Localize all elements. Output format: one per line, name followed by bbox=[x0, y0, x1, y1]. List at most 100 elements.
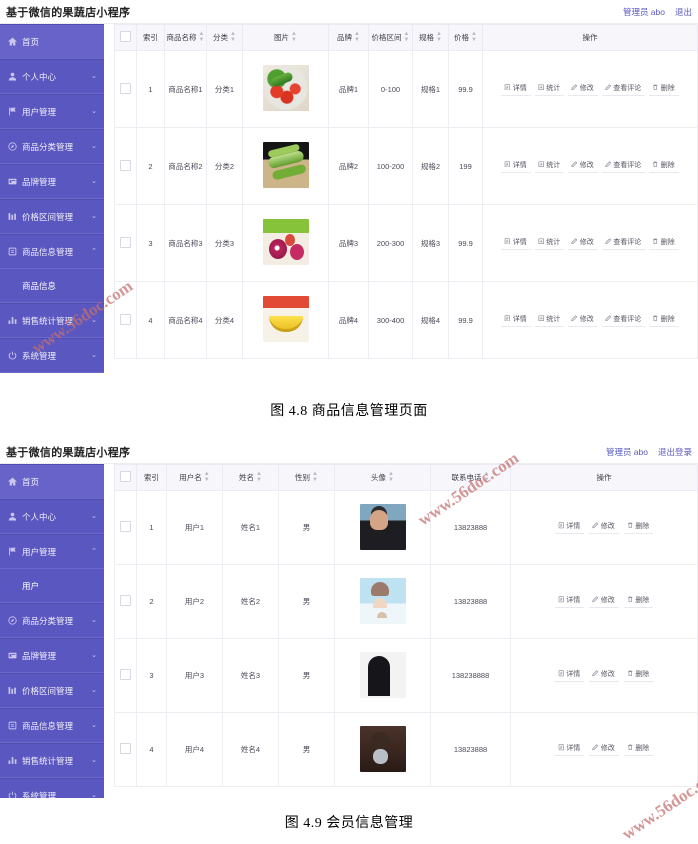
action-item-%E5%88%A0%E9%99%A4[interactable]: 删除 bbox=[623, 669, 654, 683]
action-item-%E6%9F%A5%E7%9C%8B%E8%AF%84%E8%AE%BA[interactable]: 查看评论 bbox=[601, 83, 646, 96]
sidebar-item-item-%E7%B3%BB%E7%BB%9F%E7%AE%A1%E7%90%86[interactable]: 系统管理 ⌄ bbox=[0, 778, 104, 798]
sidebar-item-item-%E7%94%A8%E6%88%B7%E7%AE%A1%E7%90%86[interactable]: 用户管理 ⌃ bbox=[0, 534, 104, 569]
logout-link[interactable]: 退出 bbox=[675, 6, 692, 18]
sort-toggle-icon[interactable]: ▲ ▼ bbox=[354, 31, 360, 43]
action-item-%E8%AF%A6%E6%83%85[interactable]: 详情 bbox=[554, 521, 585, 535]
logout-link[interactable]: 退出登录 bbox=[658, 446, 692, 458]
action-item-%E5%88%A0%E9%99%A4[interactable]: 删除 bbox=[623, 521, 654, 535]
row-checkbox[interactable] bbox=[114, 564, 137, 640]
column-header-item-%E7%94%A8%E6%88%B7%E5%90%8D[interactable]: 用户名 ▲ ▼ bbox=[166, 464, 223, 492]
action-item-%E4%BF%AE%E6%94%B9[interactable]: 修改 bbox=[568, 83, 598, 96]
checkbox-icon[interactable] bbox=[120, 595, 131, 606]
action-item-%E7%BB%9F%E8%AE%A1[interactable]: 统计 bbox=[534, 83, 565, 96]
action-item-%E4%BF%AE%E6%94%B9[interactable]: 修改 bbox=[589, 669, 619, 683]
checkbox-icon[interactable] bbox=[120, 521, 131, 532]
checkbox-icon[interactable] bbox=[120, 471, 131, 482]
action-item-%E6%9F%A5%E7%9C%8B%E8%AF%84%E8%AE%BA[interactable]: 查看评论 bbox=[601, 314, 646, 327]
action-item-%E5%88%A0%E9%99%A4[interactable]: 删除 bbox=[649, 160, 679, 173]
sort-toggle-icon[interactable]: ▲ ▼ bbox=[312, 471, 318, 483]
action-item-%E6%9F%A5%E7%9C%8B%E8%AF%84%E8%AE%BA[interactable]: 查看评论 bbox=[601, 237, 646, 250]
column-header-item-%E5%95%86%E5%93%81%E5%90%8D%E7%A7%B0[interactable]: 商品名称 ▲ ▼ bbox=[164, 24, 207, 52]
checkbox-icon[interactable] bbox=[120, 669, 131, 680]
sidebar-item-item-%E4%BB%B7%E6%A0%BC%E5%8C%BA%E9%97%B4%E7%AE%A1%E7%90%86[interactable]: 价格区间管理 ⌄ bbox=[0, 199, 104, 234]
column-header-item-%E5%9B%BE%E7%89%87[interactable]: 图片 ▲ ▼ bbox=[242, 24, 329, 52]
checkbox-icon[interactable] bbox=[120, 743, 131, 754]
sort-toggle-icon[interactable]: ▲ ▼ bbox=[291, 31, 297, 43]
sidebar-item-item-%E7%B3%BB%E7%BB%9F%E7%AE%A1%E7%90%86[interactable]: 系统管理 ⌄ bbox=[0, 338, 104, 373]
action-item-%E5%88%A0%E9%99%A4[interactable]: 删除 bbox=[623, 743, 654, 757]
sidebar-item-item-%E9%A6%96%E9%A1%B5[interactable]: 首页 bbox=[0, 464, 104, 499]
action-item-%E4%BF%AE%E6%94%B9[interactable]: 修改 bbox=[589, 521, 619, 535]
sidebar-item-item-%E5%93%81%E7%89%8C%E7%AE%A1%E7%90%86[interactable]: 品牌管理 ⌄ bbox=[0, 164, 104, 199]
column-header-item-%E5%A4%B4%E5%83%8F[interactable]: 头像 ▲ ▼ bbox=[334, 464, 431, 492]
action-item-%E8%AF%A6%E6%83%85[interactable]: 详情 bbox=[501, 160, 531, 173]
sidebar-item-item-%E9%A6%96%E9%A1%B5[interactable]: 首页 bbox=[0, 24, 104, 59]
action-item-%E5%88%A0%E9%99%A4[interactable]: 删除 bbox=[623, 595, 654, 609]
action-glyph-icon bbox=[571, 84, 578, 93]
checkbox-icon[interactable] bbox=[120, 236, 131, 248]
select-all-checkbox[interactable] bbox=[114, 24, 137, 52]
sort-toggle-icon[interactable]: ▲ ▼ bbox=[199, 31, 205, 43]
action-item-%E8%AF%A6%E6%83%85[interactable]: 详情 bbox=[501, 237, 531, 250]
column-header-item-%E8%A7%84%E6%A0%BC[interactable]: 规格 ▲ ▼ bbox=[412, 24, 449, 52]
checkbox-icon[interactable] bbox=[120, 31, 131, 42]
row-checkbox[interactable] bbox=[114, 490, 137, 566]
checkbox-icon[interactable] bbox=[120, 82, 131, 94]
row-checkbox[interactable] bbox=[114, 712, 137, 788]
column-header-item-%E5%88%86%E7%B1%BB[interactable]: 分类 ▲ ▼ bbox=[206, 24, 243, 52]
row-checkbox[interactable] bbox=[114, 127, 137, 206]
sort-toggle-icon[interactable]: ▲ ▼ bbox=[230, 31, 236, 43]
action-item-%E5%88%A0%E9%99%A4[interactable]: 删除 bbox=[649, 83, 679, 96]
sort-toggle-icon[interactable]: ▲ ▼ bbox=[404, 31, 410, 43]
action-item-%E5%88%A0%E9%99%A4[interactable]: 删除 bbox=[649, 237, 679, 250]
action-item-%E7%BB%9F%E8%AE%A1[interactable]: 统计 bbox=[534, 237, 565, 250]
sidebar-item-item-%E5%95%86%E5%93%81%E4%BF%A1%E6%81%AF%E7%AE%A1%E7%90%86[interactable]: 商品信息管理 ⌄ bbox=[0, 708, 104, 743]
row-checkbox[interactable] bbox=[114, 204, 137, 283]
sidebar-subitem-item-%E5%95%86%E5%93%81%E4%BF%A1%E6%81%AF[interactable]: 商品信息 bbox=[0, 269, 104, 303]
row-checkbox[interactable] bbox=[114, 50, 137, 129]
checkbox-icon[interactable] bbox=[120, 159, 131, 171]
column-header-item-%E5%93%81%E7%89%8C[interactable]: 品牌 ▲ ▼ bbox=[328, 24, 369, 52]
sort-toggle-icon[interactable]: ▲ ▼ bbox=[204, 471, 210, 483]
sidebar-item-item-%E7%94%A8%E6%88%B7%E7%AE%A1%E7%90%86[interactable]: 用户管理 ⌄ bbox=[0, 94, 104, 129]
sort-toggle-icon[interactable]: ▲ ▼ bbox=[388, 471, 394, 483]
action-item-%E4%BF%AE%E6%94%B9[interactable]: 修改 bbox=[568, 160, 598, 173]
select-all-checkbox[interactable] bbox=[114, 464, 137, 492]
column-header-item-%E5%A7%93%E5%90%8D[interactable]: 姓名 ▲ ▼ bbox=[222, 464, 279, 492]
column-header-item-%E8%81%94%E7%B3%BB%E7%94%B5%E8%AF%9D[interactable]: 联系电话 ▲ ▼ bbox=[430, 464, 511, 492]
sidebar-item-item-%E4%B8%AA%E4%BA%BA%E4%B8%AD%E5%BF%83[interactable]: 个人中心 ⌄ bbox=[0, 499, 104, 534]
sidebar-item-item-%E5%95%86%E5%93%81%E4%BF%A1%E6%81%AF%E7%AE%A1%E7%90%86[interactable]: 商品信息管理 ⌃ bbox=[0, 234, 104, 269]
action-item-%E8%AF%A6%E6%83%85[interactable]: 详情 bbox=[501, 83, 531, 96]
sort-toggle-icon[interactable]: ▲ ▼ bbox=[471, 31, 477, 43]
column-header-item-%E4%BB%B7%E6%A0%BC[interactable]: 价格 ▲ ▼ bbox=[448, 24, 483, 52]
sort-toggle-icon[interactable]: ▲ ▼ bbox=[256, 471, 262, 483]
action-item-%E7%BB%9F%E8%AE%A1[interactable]: 统计 bbox=[534, 160, 565, 173]
sidebar-item-item-%E5%95%86%E5%93%81%E5%88%86%E7%B1%BB%E7%AE%A1%E7%90%86[interactable]: 商品分类管理 ⌄ bbox=[0, 129, 104, 164]
action-item-%E4%BF%AE%E6%94%B9[interactable]: 修改 bbox=[568, 237, 598, 250]
sidebar-item-item-%E4%B8%AA%E4%BA%BA%E4%B8%AD%E5%BF%83[interactable]: 个人中心 ⌄ bbox=[0, 59, 104, 94]
column-header-item-%E6%80%A7%E5%88%AB[interactable]: 性别 ▲ ▼ bbox=[278, 464, 335, 492]
sidebar-item-item-%E5%95%86%E5%93%81%E5%88%86%E7%B1%BB%E7%AE%A1%E7%90%86[interactable]: 商品分类管理 ⌄ bbox=[0, 603, 104, 638]
action-item-%E7%BB%9F%E8%AE%A1[interactable]: 统计 bbox=[534, 314, 565, 327]
sidebar-item-item-%E9%94%80%E5%94%AE%E7%BB%9F%E8%AE%A1%E7%AE%A1%E7%90%86[interactable]: 销售统计管理 ⌄ bbox=[0, 743, 104, 778]
sidebar-subitem-item-%E7%94%A8%E6%88%B7[interactable]: 用户 bbox=[0, 569, 104, 603]
action-item-%E4%BF%AE%E6%94%B9[interactable]: 修改 bbox=[568, 314, 598, 327]
action-item-%E8%AF%A6%E6%83%85[interactable]: 详情 bbox=[554, 595, 585, 609]
action-item-%E4%BF%AE%E6%94%B9[interactable]: 修改 bbox=[589, 595, 619, 609]
action-item-%E4%BF%AE%E6%94%B9[interactable]: 修改 bbox=[589, 743, 619, 757]
column-header-item-%E4%BB%B7%E6%A0%BC%E5%8C%BA%E9%97%B4[interactable]: 价格区间 ▲ ▼ bbox=[368, 24, 413, 52]
action-label: 查看评论 bbox=[613, 161, 642, 169]
sort-toggle-icon[interactable]: ▲ ▼ bbox=[436, 31, 442, 43]
sidebar-item-item-%E9%94%80%E5%94%AE%E7%BB%9F%E8%AE%A1%E7%AE%A1%E7%90%86[interactable]: 销售统计管理 ⌄ bbox=[0, 303, 104, 338]
action-item-%E8%AF%A6%E6%83%85[interactable]: 详情 bbox=[501, 314, 531, 327]
sort-toggle-icon[interactable]: ▲ ▼ bbox=[484, 471, 490, 483]
action-item-%E6%9F%A5%E7%9C%8B%E8%AF%84%E8%AE%BA[interactable]: 查看评论 bbox=[601, 160, 646, 173]
checkbox-icon[interactable] bbox=[120, 313, 131, 325]
row-checkbox[interactable] bbox=[114, 281, 137, 360]
action-item-%E5%88%A0%E9%99%A4[interactable]: 删除 bbox=[649, 314, 679, 327]
sidebar-item-item-%E4%BB%B7%E6%A0%BC%E5%8C%BA%E9%97%B4%E7%AE%A1%E7%90%86[interactable]: 价格区间管理 ⌄ bbox=[0, 673, 104, 708]
sidebar-item-item-%E5%93%81%E7%89%8C%E7%AE%A1%E7%90%86[interactable]: 品牌管理 ⌄ bbox=[0, 638, 104, 673]
action-item-%E8%AF%A6%E6%83%85[interactable]: 详情 bbox=[554, 669, 585, 683]
action-item-%E8%AF%A6%E6%83%85[interactable]: 详情 bbox=[554, 743, 585, 757]
row-checkbox[interactable] bbox=[114, 638, 137, 714]
